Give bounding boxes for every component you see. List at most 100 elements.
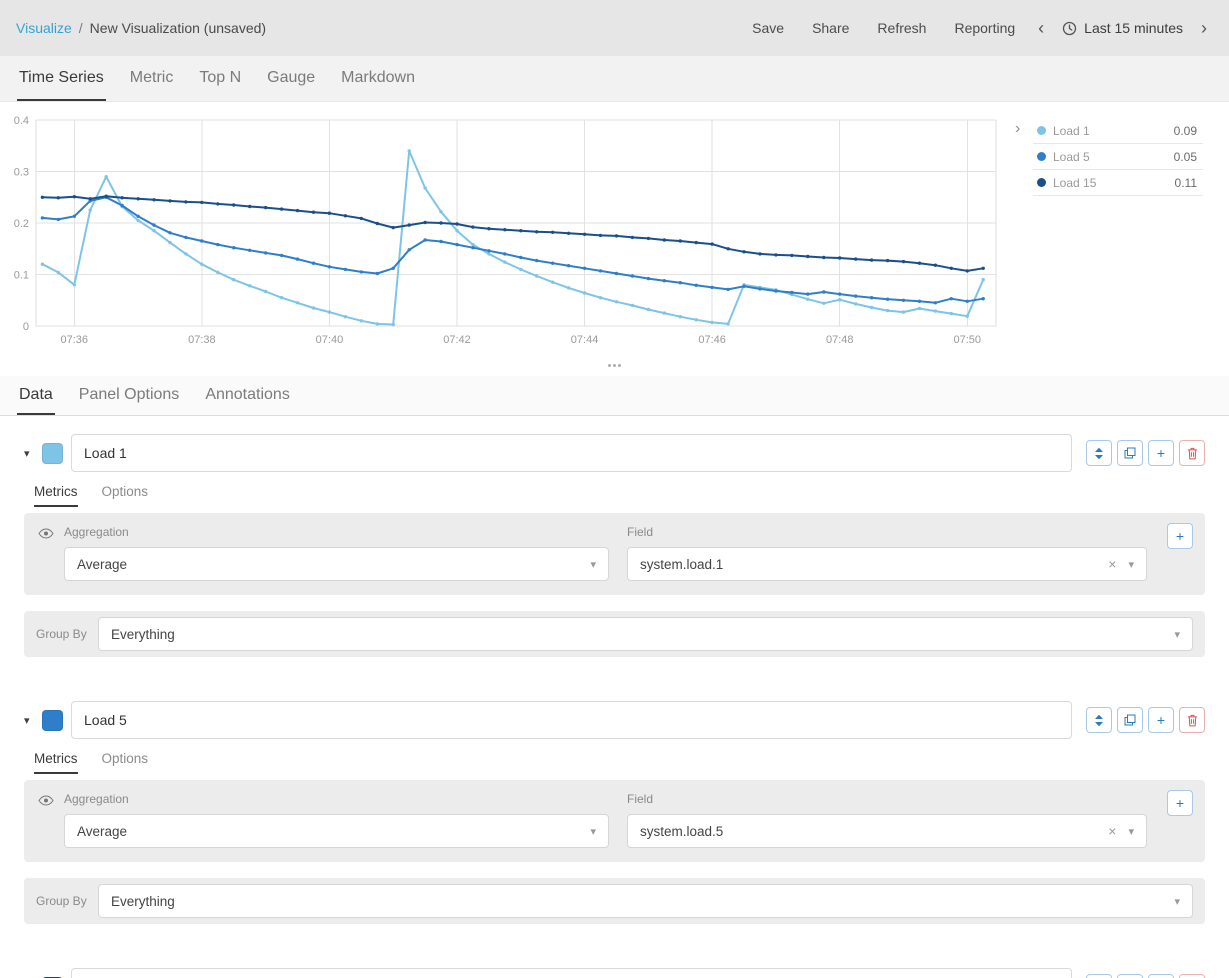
- chevron-left-icon: ‹: [1038, 18, 1044, 38]
- add-series-button[interactable]: +: [1148, 974, 1174, 978]
- visibility-toggle[interactable]: [38, 792, 64, 848]
- group-by-value: Everything: [111, 894, 175, 909]
- series-label-input[interactable]: [71, 968, 1072, 978]
- breadcrumb-separator: /: [79, 20, 83, 36]
- series-color-swatch[interactable]: [42, 710, 63, 731]
- panel-config-tabs: Data Panel Options Annotations: [0, 376, 1229, 416]
- tab-panel-options[interactable]: Panel Options: [77, 376, 182, 415]
- visibility-toggle[interactable]: [38, 525, 64, 581]
- series-header: ▾ +: [24, 434, 1205, 472]
- kibana-visual-builder: Visualize / New Visualization (unsaved) …: [0, 0, 1229, 978]
- tab-top-n[interactable]: Top N: [197, 56, 243, 101]
- group-by-label: Group By: [36, 627, 98, 641]
- clock-icon: [1062, 21, 1077, 36]
- legend-item-load5[interactable]: Load 5 0.05: [1033, 144, 1203, 170]
- field-label: Field: [627, 792, 1147, 806]
- svg-text:07:42: 07:42: [443, 334, 471, 346]
- save-button[interactable]: Save: [739, 14, 797, 42]
- refresh-button[interactable]: Refresh: [864, 14, 939, 42]
- tab-time-series[interactable]: Time Series: [17, 56, 106, 101]
- tab-data[interactable]: Data: [17, 376, 55, 415]
- aggregation-select[interactable]: Average ▾: [64, 814, 609, 848]
- legend-label-load15: Load 15: [1053, 176, 1096, 190]
- field-label: Field: [627, 525, 1147, 539]
- series-load1: ▾ + Metrics Options Aggregation: [24, 416, 1205, 657]
- add-metric-button[interactable]: +: [1167, 790, 1193, 816]
- group-by-select[interactable]: Everything ▾: [98, 617, 1193, 651]
- legend-item-load1[interactable]: Load 1 0.09: [1033, 118, 1203, 144]
- plus-icon: +: [1157, 712, 1165, 728]
- legend-collapse-icon[interactable]: ›: [1015, 121, 1020, 137]
- breadcrumb-visualize-link[interactable]: Visualize: [16, 20, 72, 36]
- aggregation-value: Average: [77, 824, 127, 839]
- tab-options[interactable]: Options: [102, 751, 149, 774]
- drag-dots-icon: [608, 364, 611, 367]
- sort-arrows-icon: [1094, 447, 1104, 460]
- time-step-forward-button[interactable]: ›: [1193, 17, 1215, 39]
- share-button[interactable]: Share: [799, 14, 862, 42]
- time-series-chart: 00.10.20.30.407:3607:3807:4007:4207:4407…: [6, 112, 1011, 356]
- reorder-series-button[interactable]: [1086, 974, 1112, 978]
- field-select[interactable]: system.load.5 × ▾: [627, 814, 1147, 848]
- clear-field-icon[interactable]: ×: [1108, 823, 1116, 839]
- series-buttons: +: [1086, 974, 1205, 978]
- field-select[interactable]: system.load.1 × ▾: [627, 547, 1147, 581]
- series-buttons: +: [1086, 707, 1205, 733]
- series-label-input[interactable]: [71, 701, 1072, 739]
- add-metric-button[interactable]: +: [1167, 523, 1193, 549]
- group-by-row: Group By Everything ▾: [24, 611, 1205, 657]
- select-caret-icon: ▾: [1174, 628, 1180, 641]
- legend-dot-load1: [1037, 126, 1046, 135]
- clone-series-button[interactable]: [1117, 440, 1143, 466]
- tab-metric[interactable]: Metric: [128, 56, 176, 101]
- data-panel: ▾ + Metrics Options Aggregation: [0, 416, 1229, 978]
- tab-markdown[interactable]: Markdown: [339, 56, 417, 101]
- collapse-caret-icon[interactable]: ▾: [24, 714, 42, 727]
- plus-icon: +: [1157, 445, 1165, 461]
- reorder-series-button[interactable]: [1086, 707, 1112, 733]
- plus-icon: +: [1176, 528, 1184, 544]
- panel-resize-handle[interactable]: [0, 354, 1229, 376]
- tab-gauge[interactable]: Gauge: [265, 56, 317, 101]
- svg-text:0: 0: [23, 321, 29, 333]
- svg-text:07:38: 07:38: [188, 334, 216, 346]
- field-value: system.load.5: [640, 824, 723, 839]
- series-tabs: Metrics Options: [34, 751, 1205, 774]
- tab-metrics[interactable]: Metrics: [34, 751, 78, 774]
- reporting-button[interactable]: Reporting: [941, 14, 1028, 42]
- tab-metrics[interactable]: Metrics: [34, 484, 78, 507]
- tab-annotations[interactable]: Annotations: [203, 376, 292, 415]
- breadcrumb: Visualize / New Visualization (unsaved): [16, 20, 266, 36]
- clone-series-button[interactable]: [1117, 974, 1143, 978]
- svg-text:07:50: 07:50: [954, 334, 982, 346]
- metrics-panel: Aggregation Average ▾ Field system.load.…: [24, 780, 1205, 862]
- add-series-button[interactable]: +: [1148, 707, 1174, 733]
- group-by-select[interactable]: Everything ▾: [98, 884, 1193, 918]
- time-step-back-button[interactable]: ‹: [1030, 17, 1052, 39]
- legend-dot-load5: [1037, 152, 1046, 161]
- clone-series-button[interactable]: [1117, 707, 1143, 733]
- aggregation-label: Aggregation: [64, 792, 609, 806]
- delete-series-button[interactable]: [1179, 440, 1205, 466]
- tab-options[interactable]: Options: [102, 484, 149, 507]
- clear-field-icon[interactable]: ×: [1108, 556, 1116, 572]
- legend-item-load15[interactable]: Load 15 0.11: [1033, 170, 1203, 196]
- legend-dot-load15: [1037, 178, 1046, 187]
- add-series-button[interactable]: +: [1148, 440, 1174, 466]
- series-label-input[interactable]: [71, 434, 1072, 472]
- delete-series-button[interactable]: [1179, 707, 1205, 733]
- trash-icon: [1187, 447, 1198, 460]
- series-color-swatch[interactable]: [42, 443, 63, 464]
- viz-type-tabs: Time Series Metric Top N Gauge Markdown: [0, 56, 1229, 102]
- reorder-series-button[interactable]: [1086, 440, 1112, 466]
- select-caret-icon: ▾: [590, 825, 596, 838]
- sort-arrows-icon: [1094, 714, 1104, 727]
- collapse-caret-icon[interactable]: ▾: [24, 447, 42, 460]
- svg-text:07:46: 07:46: [698, 334, 726, 346]
- chevron-right-icon: ›: [1201, 18, 1207, 38]
- timepicker-button[interactable]: Last 15 minutes: [1054, 14, 1191, 42]
- delete-series-button[interactable]: [1179, 974, 1205, 978]
- time-series-chart-section: 00.10.20.30.407:3607:3807:4007:4207:4407…: [0, 102, 1229, 354]
- svg-text:0.4: 0.4: [14, 115, 29, 127]
- aggregation-select[interactable]: Average ▾: [64, 547, 609, 581]
